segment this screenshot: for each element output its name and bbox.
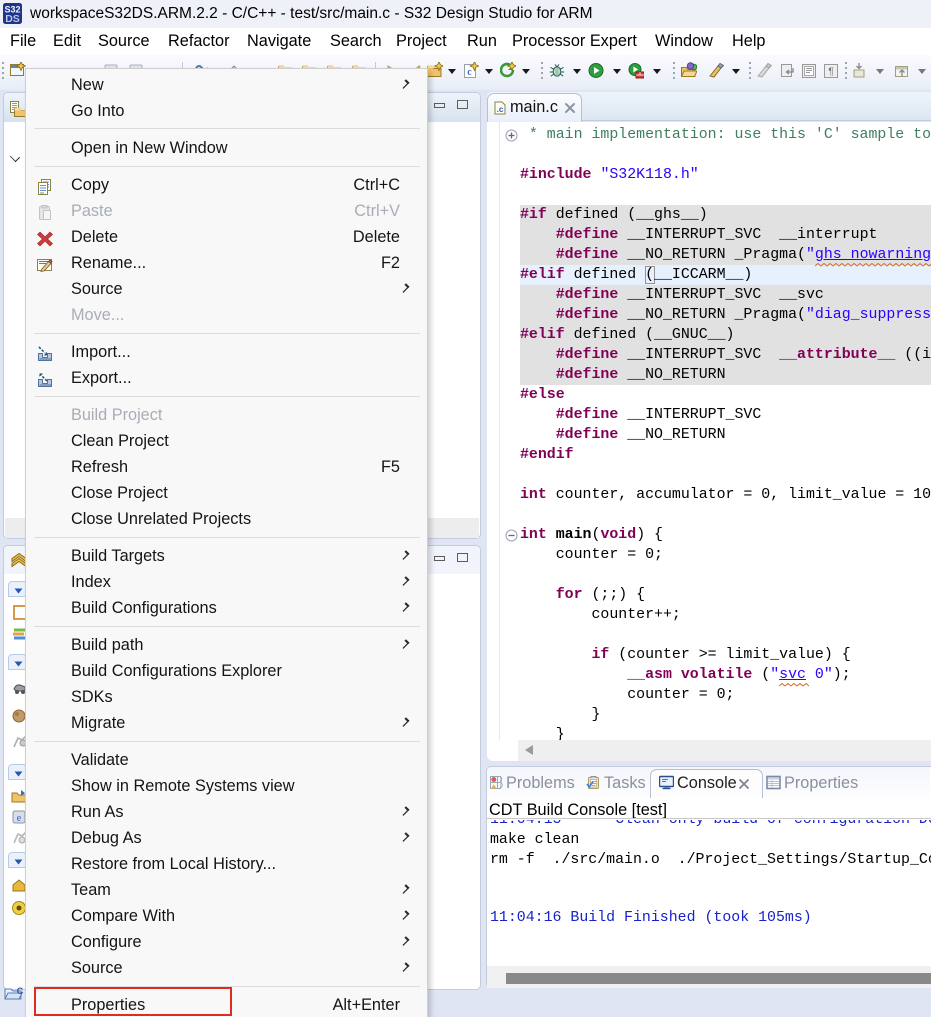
- svg-text:DS: DS: [5, 13, 20, 24]
- svg-text:C: C: [17, 986, 24, 996]
- svg-text:c: c: [467, 67, 472, 78]
- svg-text:e: e: [17, 813, 22, 824]
- svg-text:¶: ¶: [828, 67, 833, 78]
- svg-text:.c: .c: [497, 105, 504, 114]
